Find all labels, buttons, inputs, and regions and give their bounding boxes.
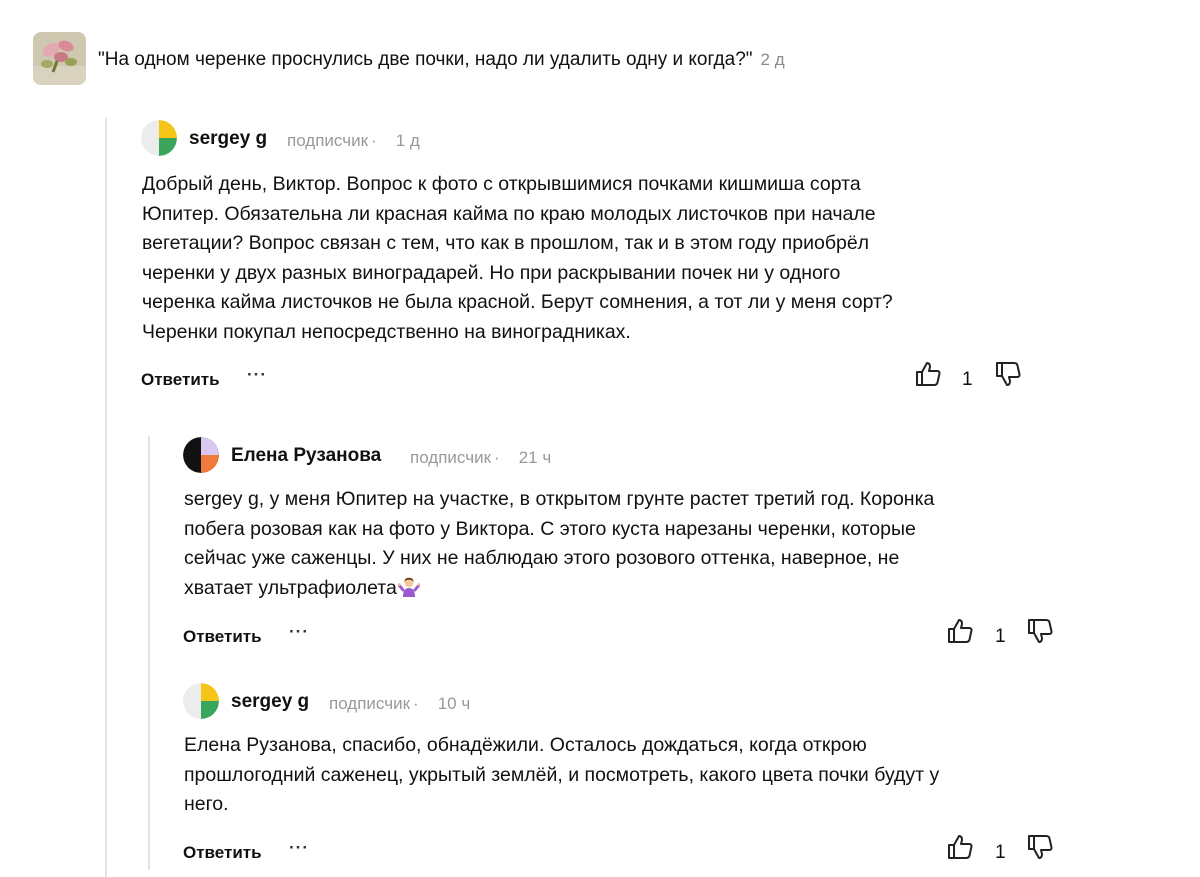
comment-line: него.	[184, 793, 229, 816]
comment-line: сейчас уже саженцы. У них не наблюдаю эт…	[184, 547, 900, 570]
post-title-text[interactable]: "На одном черенке проснулись две почки, …	[98, 49, 753, 70]
comment-line: Добрый день, Виктор. Вопрос к фото с отк…	[142, 173, 861, 195]
like-button[interactable]	[914, 360, 942, 393]
thumbs-down-icon	[1028, 619, 1053, 643]
thread-line	[148, 436, 150, 870]
thread-line	[105, 118, 107, 877]
yellow-green-avatar-icon	[141, 120, 177, 156]
avatar[interactable]	[183, 683, 219, 719]
comment-line-text: хватает ультрафиолета	[184, 576, 397, 599]
comment-text: sergey g, у меня Юпитер на участке, в от…	[184, 485, 1164, 603]
comment-line: sergey g, у меня Юпитер на участке, в от…	[184, 488, 935, 510]
reply-button[interactable]: Ответить	[141, 370, 220, 390]
comment-line: черенки у двух разных виноградарей. Но п…	[142, 261, 841, 284]
black-orange-avatar-icon	[183, 437, 219, 473]
comment-author[interactable]: sergey g	[189, 128, 267, 150]
comment-line: хватает ультрафиолета	[184, 574, 1164, 604]
comment-time: 21 ч	[518, 448, 552, 467]
comment-meta: подписчик · 21 ч	[410, 448, 552, 467]
like-count: 1	[995, 626, 1006, 647]
post-thumbnail[interactable]	[33, 32, 86, 85]
like-button[interactable]	[946, 617, 974, 650]
comment-text: Елена Рузанова, спасибо, обнадёжили. Ост…	[184, 731, 1164, 820]
like-count: 1	[995, 842, 1006, 863]
dislike-button[interactable]	[1026, 617, 1054, 650]
comment-line: вегетации? Вопрос связан с тем, что как …	[142, 232, 870, 255]
avatar[interactable]	[183, 437, 219, 473]
post-time: 2 д	[760, 50, 785, 69]
comment-time: 10 ч	[437, 694, 471, 713]
thumbs-down-icon	[996, 362, 1021, 386]
more-options-button[interactable]: ···	[289, 838, 309, 858]
comment-line: прошлогодний саженец, укрытый землёй, и …	[184, 763, 940, 786]
person-shrugging-icon	[397, 576, 421, 598]
thumbs-up-icon	[916, 362, 941, 386]
thumbs-up-icon	[948, 835, 973, 859]
like-button[interactable]	[946, 833, 974, 866]
comment-meta: подписчик · 1 д	[287, 131, 420, 150]
comment-time: 1 д	[395, 131, 420, 150]
comment-text: Добрый день, Виктор. Вопрос к фото с отк…	[142, 170, 1122, 348]
comment-author[interactable]: sergey g	[231, 691, 309, 713]
author-role: подписчик	[410, 448, 492, 467]
like-count: 1	[962, 369, 973, 390]
author-role: подписчик	[287, 131, 369, 150]
thumbs-down-icon	[1028, 835, 1053, 859]
comment-author[interactable]: Елена Рузанова	[231, 445, 381, 467]
dislike-button[interactable]	[1026, 833, 1054, 866]
more-options-button[interactable]: ···	[289, 622, 309, 642]
reply-button[interactable]: Ответить	[183, 627, 262, 647]
thumbs-up-icon	[948, 619, 973, 643]
comment-line: черенка кайма листочков не была красной.…	[142, 291, 893, 314]
reply-button[interactable]: Ответить	[183, 843, 262, 863]
comment-line: Юпитер. Обязательна ли красная кайма по …	[142, 202, 876, 225]
author-role: подписчик	[329, 694, 411, 713]
avatar[interactable]	[141, 120, 177, 156]
comment-line: побега розовая как на фото у Виктора. С …	[184, 517, 916, 540]
yellow-green-avatar-icon	[183, 683, 219, 719]
comment-meta: подписчик · 10 ч	[329, 694, 471, 713]
post-title[interactable]: "На одном черенке проснулись две почки, …	[98, 49, 785, 71]
more-options-button[interactable]: ···	[247, 365, 267, 385]
dislike-button[interactable]	[994, 360, 1022, 393]
comment-line: Елена Рузанова, спасибо, обнадёжили. Ост…	[184, 734, 867, 756]
comment-line: Черенки покупал непосредственно на виног…	[142, 320, 631, 343]
